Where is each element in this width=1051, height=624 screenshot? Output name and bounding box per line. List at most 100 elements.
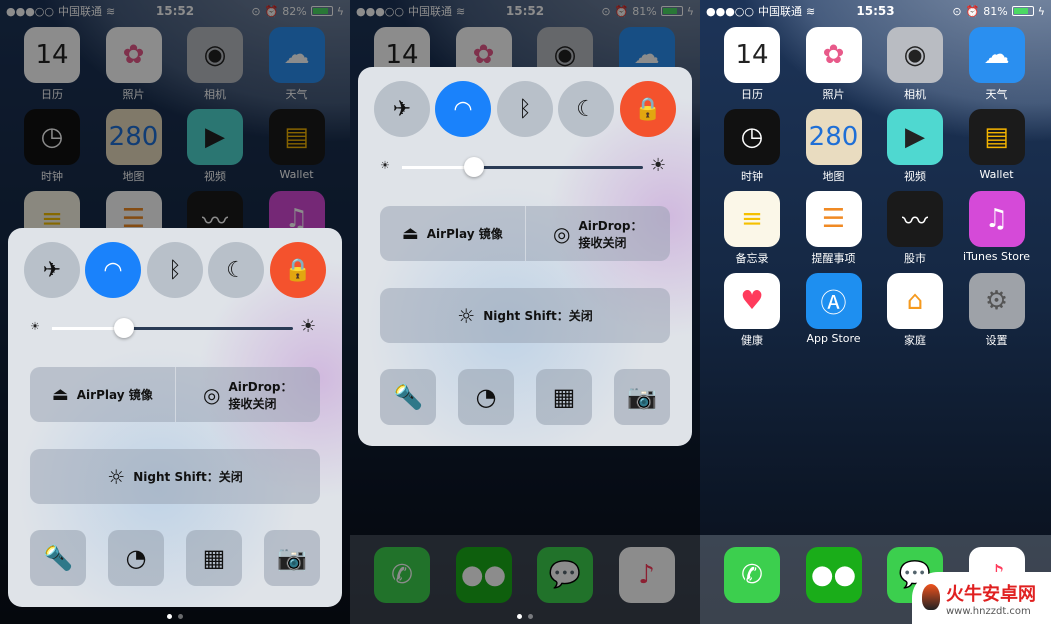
timer-button[interactable]: ◔: [108, 530, 164, 586]
brightness-slider[interactable]: [402, 157, 643, 177]
flashlight-icon: 🔦: [393, 383, 423, 411]
app-label: 提醒事项: [811, 252, 856, 265]
bluetooth-toggle[interactable]: ᛒ: [147, 242, 203, 298]
airplay-button[interactable]: ⏏ AirPlay 镜像: [380, 206, 525, 261]
app-notes[interactable]: ≡ 备忘录: [724, 191, 780, 273]
app-videos[interactable]: ▶ 视频: [887, 109, 943, 191]
weather-icon[interactable]: ☁: [968, 27, 1025, 83]
page-dot[interactable]: [178, 614, 183, 619]
camera-button[interactable]: 📷: [614, 369, 670, 425]
wifi-toggle[interactable]: ◠: [435, 81, 491, 137]
airplane-mode-toggle[interactable]: ✈: [374, 81, 430, 137]
app-calendar[interactable]: 14 日历: [724, 27, 780, 109]
app-health[interactable]: ♥ 健康: [724, 273, 780, 355]
do-not-disturb-toggle[interactable]: ☾: [208, 242, 264, 298]
app-grid: 14 日历 ✿ 照片 ◉ 相机 ☁ 天气 ◷ 时钟 280 地图 ▶ 视频 ▤ Wallet ≡ 备忘录 ☰ 提醒事项…: [724, 27, 1030, 355]
rotation-lock-toggle[interactable]: 🔒: [620, 81, 676, 137]
app-wallet[interactable]: ▤ Wallet: [968, 109, 1025, 191]
airplay-airdrop-row: ⏏ AirPlay 镜像 ◎ AirDrop： 接收关闭: [380, 206, 670, 261]
signal-strength: ●●●○○: [706, 4, 754, 18]
phone-icon[interactable]: ✆: [724, 547, 780, 603]
calendar-icon[interactable]: 14: [724, 27, 780, 83]
camera-button[interactable]: 📷: [264, 530, 320, 586]
flashlight-button[interactable]: 🔦: [380, 369, 436, 425]
stocks-icon[interactable]: 〰: [887, 191, 943, 247]
battery-percent: 81%: [983, 4, 1008, 18]
app-appstore[interactable]: Ⓐ App Store: [805, 273, 862, 355]
videos-icon[interactable]: ▶: [887, 109, 943, 165]
brightness-slider[interactable]: [52, 318, 293, 338]
do-not-disturb-toggle[interactable]: ☾: [558, 81, 614, 137]
phone-screen: 14日历✿照片◉相机☁天气◷时钟280地图▶视频▤Wallet≡备忘录☰提醒事项…: [0, 0, 350, 624]
calculator-button[interactable]: ▦: [186, 530, 242, 586]
settings-icon[interactable]: ⚙: [968, 273, 1025, 329]
night-shift-content: ☼ Night Shift：关闭: [30, 449, 320, 504]
appstore-icon[interactable]: Ⓐ: [805, 273, 862, 329]
dock-app[interactable]: ✆: [724, 547, 780, 624]
bluetooth-toggle[interactable]: ᛒ: [497, 81, 553, 137]
app-label: 设置: [985, 334, 1008, 347]
brightness-knob[interactable]: [114, 318, 135, 338]
watermark-logo-icon: [922, 584, 940, 610]
brightness-low-icon: ☀: [30, 320, 40, 333]
reminders-icon[interactable]: ☰: [805, 191, 862, 247]
do-not-disturb-icon: ☾: [226, 257, 246, 283]
itunes-icon[interactable]: ♫: [968, 191, 1025, 247]
night-shift-button[interactable]: ☼ Night Shift：关闭: [380, 288, 670, 343]
night-shift-content: ☼ Night Shift：关闭: [380, 288, 670, 343]
maps-icon[interactable]: 280: [805, 109, 862, 165]
app-label: 照片: [822, 88, 845, 101]
airplane-mode-toggle[interactable]: ✈: [24, 242, 80, 298]
app-settings[interactable]: ⚙ 设置: [968, 273, 1025, 355]
wechat-icon[interactable]: ●●: [805, 547, 862, 603]
app-label: 视频: [904, 170, 926, 183]
notes-icon[interactable]: ≡: [724, 191, 780, 247]
app-home[interactable]: ⌂ 家庭: [887, 273, 943, 355]
page-dot[interactable]: [517, 614, 522, 619]
phone-screen: 14日历✿照片◉相机☁天气◷时钟280地图▶视频▤Wallet≡备忘录☰提醒事项…: [350, 0, 700, 624]
app-weather[interactable]: ☁ 天气: [968, 27, 1025, 109]
airdrop-button[interactable]: ◎ AirDrop： 接收关闭: [524, 206, 671, 261]
night-shift-button[interactable]: ☼ Night Shift：关闭: [30, 449, 320, 504]
app-camera[interactable]: ◉ 相机: [887, 27, 943, 109]
flashlight-button[interactable]: 🔦: [30, 530, 86, 586]
airplay-icon: ⏏: [51, 384, 69, 405]
control-center: ✈ ◠ ᛒ ☾ 🔒 ☀ ☀ ⏏ AirPlay 镜像 ◎ AirDrop： 接收关闭 ☼ Night Sh…: [358, 67, 692, 446]
calculator-icon: ▦: [552, 383, 576, 411]
airplay-button[interactable]: ⏏ AirPlay 镜像: [30, 367, 175, 422]
timer-button[interactable]: ◔: [458, 369, 514, 425]
app-maps[interactable]: 280 地图: [805, 109, 862, 191]
dock-app[interactable]: ●●: [805, 547, 862, 624]
airdrop-icon: ◎: [203, 382, 221, 407]
airplane-mode-icon: ✈: [392, 96, 412, 122]
battery-icon: [1011, 6, 1034, 16]
app-reminders[interactable]: ☰ 提醒事项: [805, 191, 862, 273]
airdrop-text: AirDrop： 接收关闭: [228, 378, 292, 412]
photos-icon[interactable]: ✿: [805, 27, 862, 83]
wifi-icon: ◠: [103, 257, 123, 283]
clock-icon[interactable]: ◷: [724, 109, 780, 165]
app-photos[interactable]: ✿ 照片: [805, 27, 862, 109]
airdrop-button[interactable]: ◎ AirDrop： 接收关闭: [174, 367, 321, 422]
camera-icon: 📷: [277, 544, 307, 572]
page-dot[interactable]: [167, 614, 172, 619]
camera-icon: 📷: [627, 383, 657, 411]
app-itunes[interactable]: ♫ iTunes Store: [963, 191, 1030, 273]
wifi-toggle[interactable]: ◠: [85, 242, 141, 298]
wallet-icon[interactable]: ▤: [968, 109, 1025, 165]
home-icon[interactable]: ⌂: [887, 273, 943, 329]
night-shift-icon: ☼: [457, 303, 476, 328]
page-dot[interactable]: [528, 614, 533, 619]
airplay-label: AirPlay 镜像: [426, 227, 503, 241]
health-icon[interactable]: ♥: [724, 273, 780, 329]
calculator-button[interactable]: ▦: [536, 369, 592, 425]
rotation-lock-toggle[interactable]: 🔒: [270, 242, 326, 298]
app-stocks[interactable]: 〰股市: [887, 191, 943, 273]
night-shift-icon: ☼: [107, 464, 126, 489]
brightness-knob[interactable]: [464, 157, 485, 177]
airplay-label: AirPlay 镜像: [76, 388, 153, 402]
charging-icon: ϟ: [1037, 4, 1045, 18]
app-clock[interactable]: ◷ 时钟: [724, 109, 780, 191]
app-label: Wallet: [979, 168, 1014, 181]
camera-icon[interactable]: ◉: [887, 27, 943, 83]
